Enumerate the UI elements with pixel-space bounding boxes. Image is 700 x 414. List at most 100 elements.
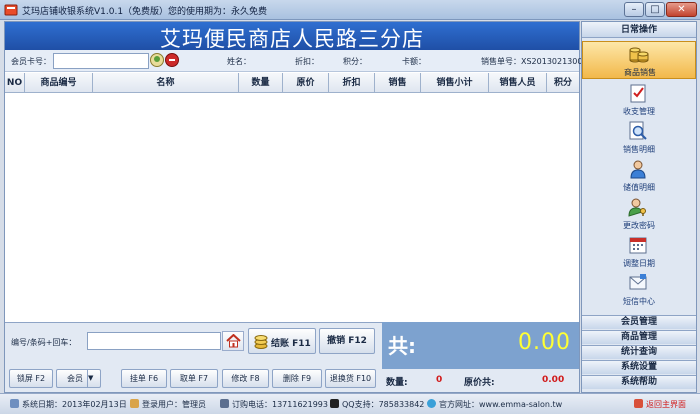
barcode-input[interactable]: [87, 332, 221, 350]
hold-order-button[interactable]: 挂单 F6: [121, 369, 167, 388]
scan-label: 编号/条码+回车：: [11, 338, 77, 347]
member-card-input[interactable]: [53, 53, 149, 69]
sidebar: 日常操作 商品销售 收支管理 销售明细 储值明细 更改密码 调整日期 短信中心 …: [581, 21, 697, 393]
store-name: 艾玛便民商店人民路三分店: [160, 27, 424, 51]
sidebar-item-change-password[interactable]: 更改密码: [582, 195, 696, 233]
lock-screen-button[interactable]: 锁屏 F2: [9, 369, 53, 388]
original-total-label: 原价共:: [464, 378, 495, 388]
return-home-link[interactable]: 返回主界面: [634, 399, 686, 410]
status-user: 登录用户：管理员: [130, 399, 206, 410]
sidebar-item-label: 短信中心: [623, 297, 655, 306]
sidebar-item-label: 更改密码: [623, 221, 655, 230]
col-price[interactable]: 原价: [283, 73, 329, 93]
col-no[interactable]: NO: [5, 73, 25, 93]
status-phone: 订购电话：13711621993: [220, 399, 328, 410]
sidebar-item-sms-center[interactable]: 短信中心: [582, 271, 696, 309]
sidebar-item-stored-value[interactable]: 储值明细: [582, 157, 696, 195]
dropdown-arrow-icon[interactable]: ▼: [87, 370, 100, 387]
coins-icon: [629, 47, 649, 63]
status-bar: 系统日期：2013年02月13日 登录用户：管理员 订购电话：137116219…: [0, 393, 700, 414]
sidebar-category-statistics[interactable]: 统计查询: [582, 345, 696, 359]
coins-icon: [254, 335, 268, 349]
sidebar-category-help[interactable]: 系统帮助: [582, 375, 696, 389]
status-qq-text: QQ支持：785833842: [342, 400, 425, 409]
sidebar-item-label: 销售明细: [623, 145, 655, 154]
sidebar-item-label: 调整日期: [623, 259, 655, 268]
total-label: 共:: [388, 334, 416, 358]
sidebar-item-label: 储值明细: [623, 183, 655, 192]
store-banner: 艾玛便民商店人民路三分店: [5, 22, 579, 51]
col-name[interactable]: 名称: [93, 73, 239, 93]
close-button[interactable]: ✕: [666, 2, 697, 17]
sidebar-category-settings[interactable]: 系统设置: [582, 360, 696, 374]
magnifier-icon: [629, 121, 647, 140]
quantity-value: 0: [436, 375, 443, 385]
minimize-button[interactable]: –: [624, 2, 644, 17]
member-clear-icon[interactable]: [165, 53, 179, 67]
checklist-icon: [630, 84, 646, 103]
house-button[interactable]: [222, 331, 244, 351]
key-user-icon: [628, 198, 646, 217]
original-total-value: 0.00: [542, 375, 565, 385]
status-date-text: 系统日期：2013年02月13日: [22, 400, 127, 409]
sales-panel: 艾玛便民商店人民路三分店 会员卡号： 姓名： 折扣： 积分： 卡额： 销售单号：…: [4, 21, 593, 393]
quantity-label: 数量:: [386, 378, 408, 388]
sidebar-item-sales-detail[interactable]: 销售明细: [582, 119, 696, 157]
member-bar: 会员卡号： 姓名： 折扣： 积分： 卡额： 销售单号：XS20130213000…: [5, 50, 593, 72]
return-exchange-button[interactable]: 退换货 F10: [325, 369, 376, 388]
status-website[interactable]: 官方网址：www.emma-salon.tw: [427, 399, 562, 410]
col-subtotal[interactable]: 销售小计: [421, 73, 489, 93]
sidebar-item-income-expense[interactable]: 收支管理: [582, 81, 696, 119]
return-home-text: 返回主界面: [646, 400, 686, 409]
total-panel: 共: 0.00: [382, 322, 579, 369]
checkout-button[interactable]: 结账 F11: [248, 328, 316, 354]
member-points-label: 积分：: [343, 57, 367, 66]
status-phone-text: 订购电话：13711621993: [232, 400, 328, 409]
delete-button[interactable]: 删除 F9: [272, 369, 322, 388]
col-seller[interactable]: 销售人员: [489, 73, 547, 93]
maximize-button[interactable]: □: [645, 2, 665, 17]
member-button-label: 会员: [67, 374, 83, 383]
checkout-label: 结账 F11: [271, 339, 311, 349]
status-website-text: 官方网址：www.emma-salon.tw: [439, 400, 563, 409]
calendar-icon: [10, 399, 19, 408]
status-qq: QQ支持：785833842: [330, 399, 424, 410]
order-number: 销售单号：XS201302130001: [481, 57, 593, 66]
sales-table-body[interactable]: [5, 93, 579, 321]
status-user-text: 登录用户：管理员: [142, 400, 206, 409]
window-title: 艾玛店铺收银系统V1.0.1（免费版）您的使用期为：永久免费: [22, 7, 268, 17]
retrieve-order-button[interactable]: 取单 F7: [170, 369, 218, 388]
qq-icon: [330, 399, 339, 408]
col-code[interactable]: 商品编号: [25, 73, 93, 93]
summary-bar: 数量: 0 原价共: 0.00: [382, 369, 579, 392]
edit-button[interactable]: 修改 F8: [222, 369, 269, 388]
house-icon: [226, 334, 241, 348]
sales-table-header: NO 商品编号 名称 数量 原价 折扣 销售 销售小计 销售人员 积分: [5, 73, 579, 93]
sidebar-item-adjust-date[interactable]: 调整日期: [582, 233, 696, 271]
total-amount: 0.00: [518, 330, 571, 355]
app-icon: [4, 4, 18, 16]
col-qty[interactable]: 数量: [239, 73, 283, 93]
user-icon: [630, 160, 646, 179]
col-sale[interactable]: 销售: [375, 73, 421, 93]
home-icon: [634, 399, 643, 408]
sidebar-item-sales[interactable]: 商品销售: [582, 41, 696, 79]
title-bar: 艾玛店铺收银系统V1.0.1（免费版）您的使用期为：永久免费 – □ ✕: [0, 0, 700, 20]
member-lookup-icon[interactable]: [150, 53, 164, 67]
user-icon: [130, 399, 139, 408]
col-points[interactable]: 积分: [547, 73, 579, 93]
sidebar-category-members[interactable]: 会员管理: [582, 315, 696, 329]
member-discount-label: 折扣：: [295, 57, 319, 66]
member-card-label: 会员卡号：: [11, 57, 51, 66]
sidebar-category-products[interactable]: 商品管理: [582, 330, 696, 344]
sidebar-item-label: 商品销售: [624, 68, 656, 77]
globe-icon: [427, 399, 436, 408]
sidebar-item-label: 收支管理: [623, 107, 655, 116]
cancel-button[interactable]: 撤销 F12: [319, 328, 375, 354]
member-name-label: 姓名：: [227, 57, 251, 66]
col-discount[interactable]: 折扣: [329, 73, 375, 93]
sidebar-header[interactable]: 日常操作: [582, 22, 696, 38]
calendar-icon: [629, 237, 647, 254]
status-date: 系统日期：2013年02月13日: [10, 399, 127, 410]
member-button[interactable]: 会员 ▼: [56, 369, 101, 388]
